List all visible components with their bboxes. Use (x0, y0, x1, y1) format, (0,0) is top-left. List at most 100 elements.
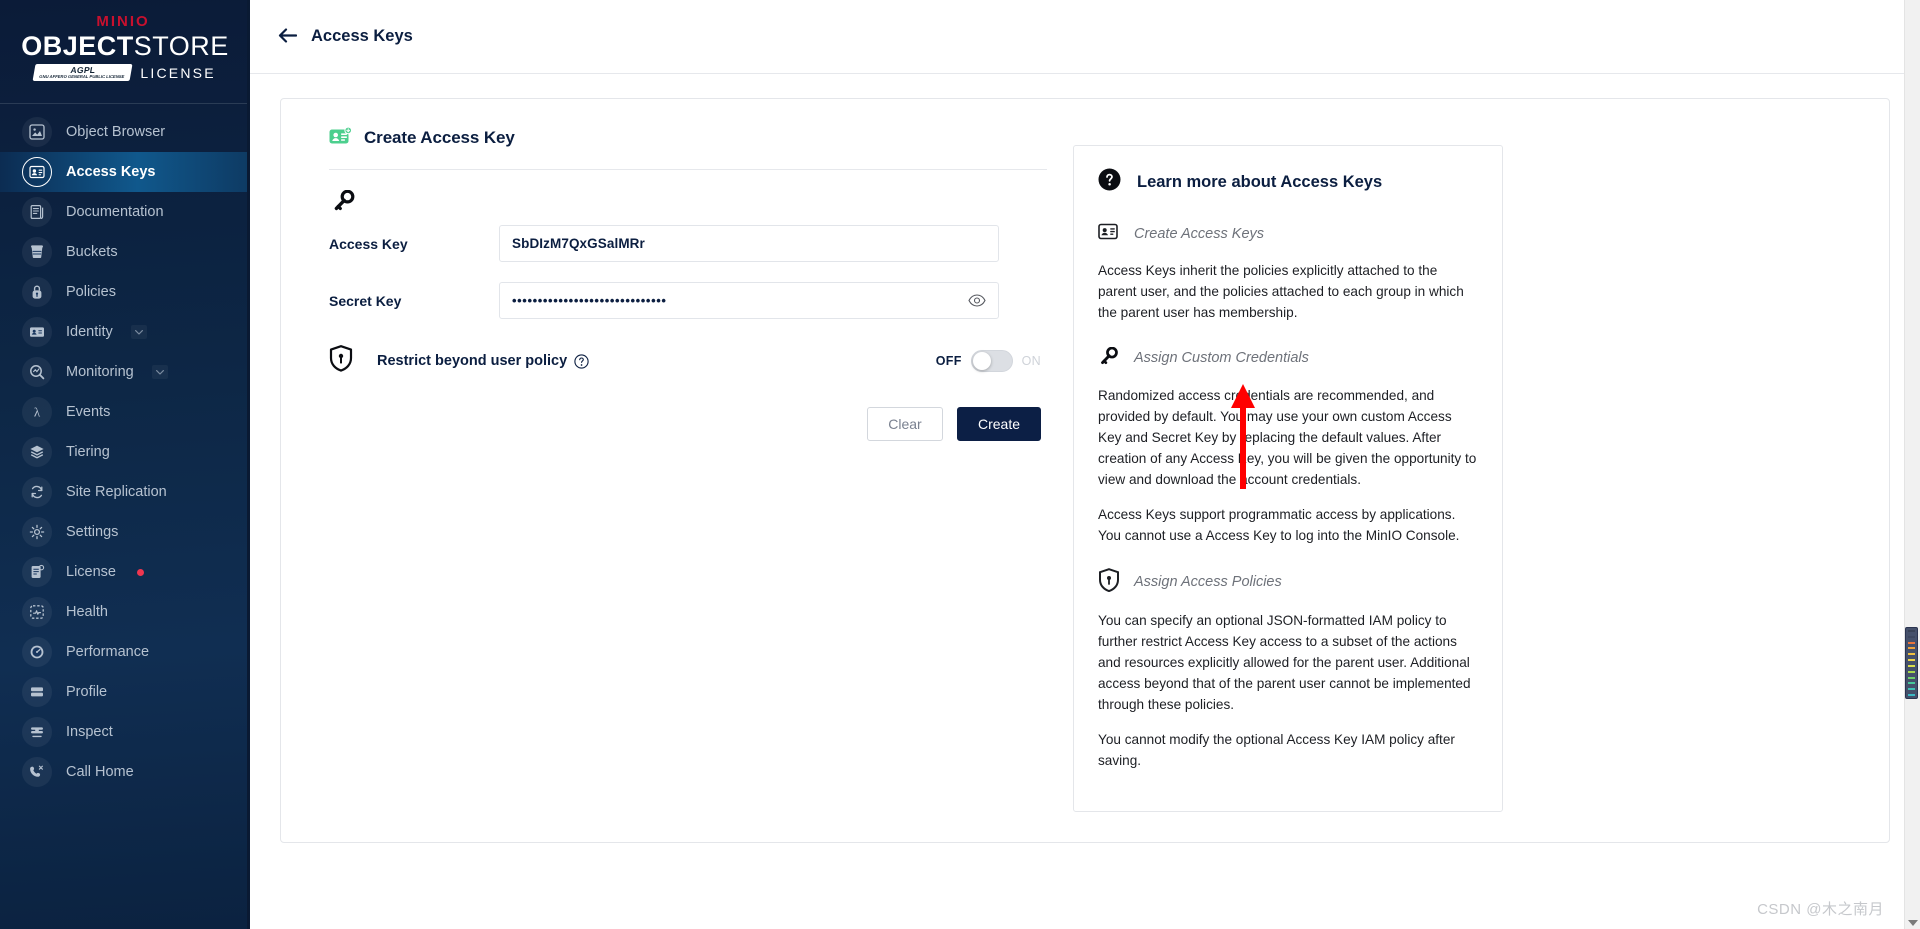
help-panel-header: Learn more about Access Keys (1098, 168, 1478, 196)
help-section-title: Create Access Keys (1098, 222, 1478, 246)
access-key-row: Access Key (307, 225, 1047, 262)
sidebar-item-monitoring[interactable]: Monitoring (0, 352, 250, 392)
key-icon (1100, 346, 1119, 369)
policy-lock-icon (22, 277, 52, 308)
brand-object-store-text: OBJECTSTORE (0, 30, 250, 61)
toggle-off-label: OFF (935, 354, 962, 368)
sidebar-item-license[interactable]: License (0, 552, 250, 592)
equalizer-widget[interactable] (1905, 627, 1918, 699)
sidebar-item-access-keys[interactable]: Access Keys (0, 152, 250, 193)
restrict-policy-text: Restrict beyond user policy (377, 353, 568, 369)
clear-button[interactable]: Clear (867, 407, 943, 441)
watermark: CSDN @木之南月 (1757, 901, 1884, 918)
help-section-label: Create Access Keys (1134, 226, 1265, 242)
inspect-icon (22, 717, 52, 748)
sidebar-item-tiering[interactable]: Tiering (0, 432, 250, 472)
create-access-key-icon (329, 126, 353, 149)
access-key-field[interactable] (499, 225, 999, 262)
eye-icon[interactable] (960, 294, 986, 307)
help-sections: Create Access Keys Access Keys inherit th… (1098, 222, 1478, 771)
restrict-policy-row: Restrict beyond user policy OFF ON (307, 345, 1047, 377)
restrict-policy-label: Restrict beyond user policy (377, 353, 589, 369)
chevron-down-icon[interactable] (130, 325, 147, 340)
sidebar-item-inspect[interactable]: Inspect (0, 712, 250, 752)
svg-text:λ: λ (34, 405, 41, 420)
sidebar-item-label: Inspect (66, 724, 113, 741)
agpl-badge-subtext: GNU AFFERO GENERAL PUBLIC LICENSE (39, 73, 126, 79)
access-key-input[interactable] (512, 226, 986, 261)
restrict-policy-toggle-group: OFF ON (936, 350, 1047, 372)
performance-gauge-icon (22, 637, 52, 668)
secret-key-label: Secret Key (329, 292, 402, 309)
sidebar-item-identity[interactable]: Identity (0, 312, 250, 352)
sidebar-item-label: Tiering (66, 444, 110, 461)
documentation-icon (22, 197, 52, 228)
chevron-down-icon[interactable] (151, 365, 168, 380)
help-circle-filled-icon (1098, 168, 1121, 196)
secret-key-field[interactable]: •••••••••••••••••••••••••••••• (499, 282, 999, 319)
create-access-key-panel: Create Access Key Access Key SbDIzM7QxGS… (280, 98, 1890, 843)
sidebar-item-site-replication[interactable]: Site Replication (0, 472, 250, 512)
back-arrow-icon[interactable] (278, 27, 298, 47)
profile-server-icon (22, 677, 52, 708)
lambda-icon: λ (22, 397, 52, 428)
help-circle-icon[interactable] (574, 354, 589, 369)
help-paragraph: Access Keys support programmatic access … (1098, 507, 1460, 543)
sidebar-item-label: Profile (66, 684, 108, 701)
sidebar-item-events[interactable]: λ Events (0, 392, 250, 432)
sidebar-item-documentation[interactable]: Documentation (0, 192, 250, 232)
brand-object-text: OBJECT (21, 30, 134, 61)
brand-minio-text: MINIO (96, 13, 150, 30)
sidebar-item-call-home[interactable]: Call Home (0, 752, 250, 792)
sidebar-item-health[interactable]: Health (0, 592, 250, 632)
replication-sync-icon (22, 477, 52, 508)
sidebar-item-settings[interactable]: Settings (0, 512, 250, 552)
sidebar-item-label: Policies (66, 284, 116, 301)
sidebar-item-policies[interactable]: Policies (0, 272, 250, 312)
help-paragraph: Randomized access credentials are recomm… (1098, 388, 1477, 487)
minio-console-page: MINIO OBJECTSTORE AGPL GNU AFFERO GENERA… (0, 0, 1920, 929)
page-scrollbar[interactable] (1904, 0, 1920, 929)
gear-icon (22, 517, 52, 548)
sidebar-item-profile[interactable]: Profile (0, 672, 250, 712)
sidebar-item-label: Call Home (66, 764, 134, 781)
form-actions: Clear Create (307, 407, 1047, 441)
sidebar-item-performance[interactable]: Performance (0, 632, 250, 672)
toggle-knob (972, 352, 991, 370)
toggle-on-label: ON (1021, 354, 1041, 368)
sidebar-item-label: Monitoring (66, 364, 134, 381)
card-header: Create Access Key (307, 123, 1047, 149)
key-icon (307, 170, 1047, 217)
layers-icon (22, 437, 52, 468)
help-paragraph: Access Keys inherit the policies explici… (1098, 263, 1464, 320)
restrict-policy-toggle[interactable] (970, 350, 1013, 372)
sidebar-nav: Object Browser Access Keys Documentation Bu… (0, 112, 250, 792)
sidebar-item-label: Object Browser (66, 124, 166, 141)
license-word: LICENSE (140, 64, 216, 81)
help-section-label: Assign Custom Credentials (1134, 350, 1309, 366)
create-button[interactable]: Create (957, 407, 1041, 441)
sidebar-item-label: Events (66, 404, 111, 421)
access-key-label: Access Key (329, 235, 408, 252)
help-panel-title: Learn more about Access Keys (1137, 172, 1383, 191)
health-icon (22, 597, 52, 628)
brand-logo[interactable]: MINIO OBJECTSTORE AGPL GNU AFFERO GENERA… (0, 0, 250, 97)
card-title: Create Access Key (364, 128, 515, 147)
scroll-down-arrow-icon[interactable] (1908, 920, 1918, 926)
help-panel: Learn more about Access Keys Create Acce… (1073, 145, 1503, 812)
sidebar-item-object-browser[interactable]: Object Browser (0, 112, 250, 152)
content-wrapper: Create Access Key Access Key SbDIzM7QxGS… (250, 74, 1920, 843)
secret-key-masked-value: •••••••••••••••••••••••••••••• (512, 293, 667, 308)
sidebar-item-label: Access Keys (66, 164, 156, 181)
identity-card-icon (22, 317, 52, 348)
sidebar-item-label: Performance (66, 644, 150, 661)
secret-key-row: Secret Key •••••••••••••••••••••••••••••… (307, 282, 1047, 319)
object-browser-icon (22, 117, 52, 148)
sidebar-item-label: License (66, 564, 116, 581)
sidebar-item-label: Buckets (66, 244, 118, 261)
license-notification-dot (136, 568, 144, 576)
call-home-phone-icon (22, 757, 52, 788)
sidebar-item-buckets[interactable]: Buckets (0, 232, 250, 272)
shield-key-icon (1098, 568, 1120, 596)
access-key-form: Create Access Key Access Key SbDIzM7QxGS… (307, 123, 1047, 812)
